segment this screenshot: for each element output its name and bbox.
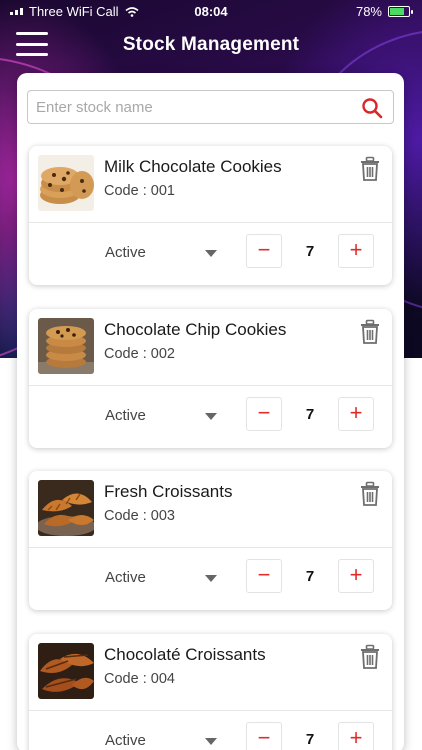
stock-card: Chocolate Chip Cookies Code : 002 Active… bbox=[29, 309, 392, 448]
quantity-value: 7 bbox=[305, 406, 315, 423]
increase-quantity-button[interactable]: + bbox=[338, 234, 374, 268]
item-name: Chocolate Chip Cookies bbox=[104, 320, 287, 339]
decrease-quantity-button[interactable]: − bbox=[246, 559, 282, 593]
increase-quantity-button[interactable]: + bbox=[338, 559, 374, 593]
item-code: Code : 002 bbox=[104, 346, 175, 362]
item-name: Fresh Croissants bbox=[104, 482, 233, 501]
decrease-quantity-button[interactable]: − bbox=[246, 397, 282, 431]
item-code: Code : 001 bbox=[104, 183, 175, 199]
chevron-down-icon bbox=[205, 738, 217, 745]
card-divider bbox=[29, 710, 392, 711]
status-dropdown[interactable]: Active bbox=[91, 241, 221, 267]
quantity-value: 7 bbox=[305, 731, 315, 748]
item-name: Chocolaté Croissants bbox=[104, 645, 266, 664]
quantity-value: 7 bbox=[305, 243, 315, 260]
battery-percent: 78% bbox=[355, 4, 382, 19]
battery-icon bbox=[388, 6, 413, 17]
trash-icon[interactable] bbox=[358, 481, 382, 507]
product-image-chocolate-chip-cookies bbox=[38, 318, 94, 374]
status-dropdown[interactable]: Active bbox=[91, 566, 221, 592]
page-title: Stock Management bbox=[122, 34, 300, 55]
search-box bbox=[27, 90, 394, 124]
decrease-quantity-button[interactable]: − bbox=[246, 234, 282, 268]
decrease-quantity-button[interactable]: − bbox=[246, 722, 282, 750]
product-image-chocolate-croissants bbox=[38, 643, 94, 699]
status-dropdown[interactable]: Active bbox=[91, 404, 221, 430]
trash-icon[interactable] bbox=[358, 319, 382, 345]
quantity-value: 7 bbox=[305, 568, 315, 585]
search-input[interactable] bbox=[36, 91, 356, 123]
search-icon[interactable] bbox=[361, 97, 383, 119]
product-image-fresh-croissants bbox=[38, 480, 94, 536]
card-divider bbox=[29, 222, 392, 223]
app-header: Stock Management bbox=[0, 22, 422, 70]
stock-card: Milk Chocolate Cookies Code : 001 Active… bbox=[29, 146, 392, 285]
item-name: Milk Chocolate Cookies bbox=[104, 157, 282, 176]
status-value: Active bbox=[105, 407, 146, 424]
stock-card: Chocolaté Croissants Code : 004 Active −… bbox=[29, 634, 392, 750]
card-divider bbox=[29, 385, 392, 386]
chevron-down-icon bbox=[205, 250, 217, 257]
chevron-down-icon bbox=[205, 575, 217, 582]
status-value: Active bbox=[105, 244, 146, 261]
status-bar: Three WiFi Call 08:04 78% bbox=[0, 0, 422, 22]
card-divider bbox=[29, 547, 392, 548]
trash-icon[interactable] bbox=[358, 156, 382, 182]
increase-quantity-button[interactable]: + bbox=[338, 397, 374, 431]
status-value: Active bbox=[105, 569, 146, 586]
trash-icon[interactable] bbox=[358, 644, 382, 670]
chevron-down-icon bbox=[205, 413, 217, 420]
product-image-milk-chocolate-cookies bbox=[38, 155, 94, 211]
item-code: Code : 004 bbox=[104, 671, 175, 687]
stock-card: Fresh Croissants Code : 003 Active − 7 + bbox=[29, 471, 392, 610]
increase-quantity-button[interactable]: + bbox=[338, 722, 374, 750]
item-code: Code : 003 bbox=[104, 508, 175, 524]
battery-info: 78% bbox=[355, 4, 413, 19]
status-value: Active bbox=[105, 732, 146, 749]
status-dropdown[interactable]: Active bbox=[91, 729, 221, 750]
stock-panel: Milk Chocolate Cookies Code : 001 Active… bbox=[17, 73, 404, 750]
